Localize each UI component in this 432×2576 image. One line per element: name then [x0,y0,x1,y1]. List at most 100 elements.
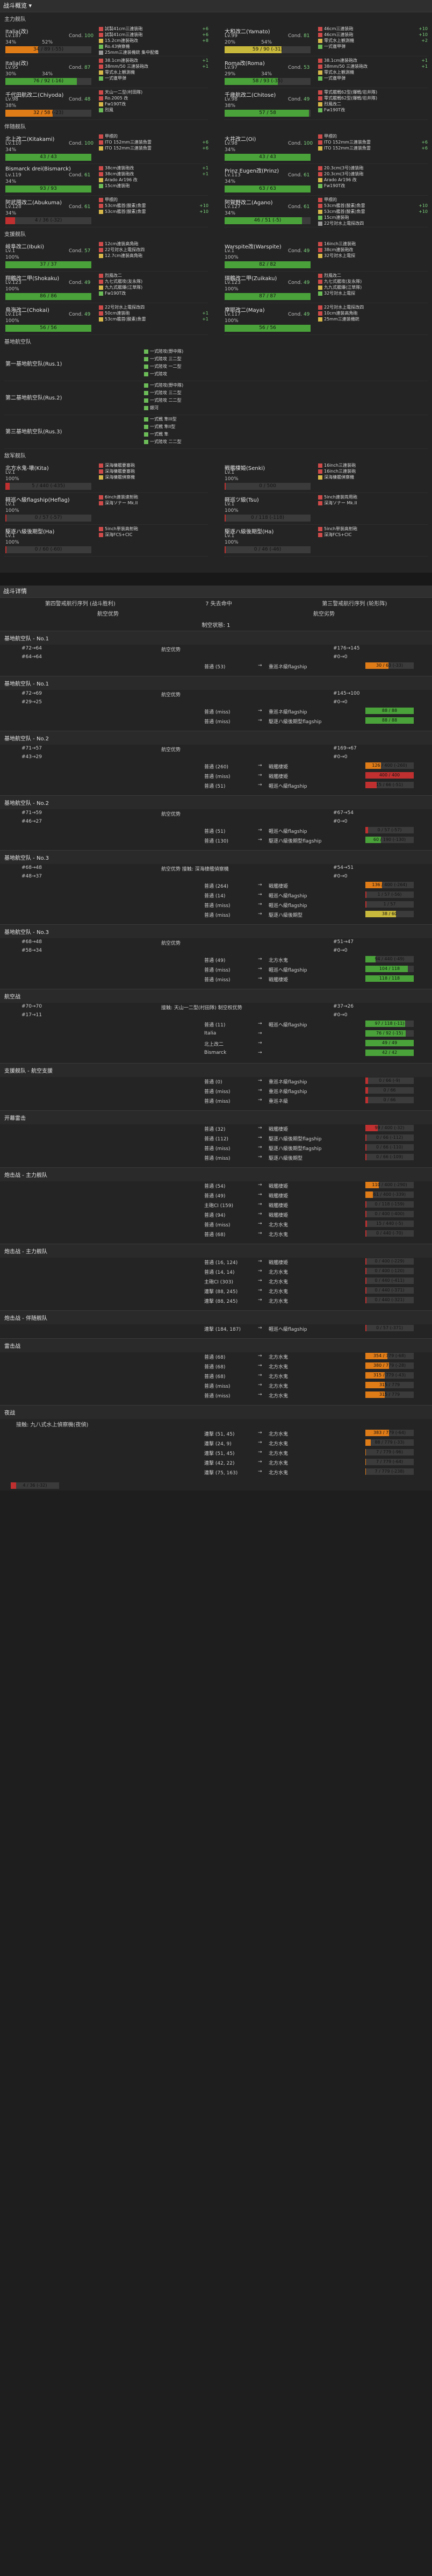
ship-card[interactable]: Bismarck drei(Bismarck) Lv.119 Cond. 61 34%… [4,164,208,196]
equipment-item[interactable]: 53cm艦首(酸素)魚雷 +10 [318,203,431,209]
equipment-item[interactable]: 烈風改二 [318,101,431,107]
ship-card[interactable]: Roma改(Roma) Lv.97 Cond. 53 29% 34% 58 / 93 (-… [224,56,428,88]
ship-card[interactable]: 岐阜改二(Ibuki) Lv.1 Cond. 57 100% 37 / 37 12cm連装… [4,240,208,272]
land-equipment-item[interactable]: 一式陸攻 一二型 [144,363,257,371]
equipment-item[interactable]: 38mm/50 三連装砲改 +1 [318,63,431,69]
battle-title[interactable]: 基地航空队 - No.3 [0,924,432,938]
battle-title[interactable]: 支援舰队 - 航空支援 [0,1063,432,1077]
equipment-item[interactable]: 12.7cm連装高角砲 [99,253,212,259]
equipment-item[interactable]: 深海ソナー Mk.II [318,500,431,506]
ship-card[interactable]: Prinz Eugen改(Prinz) Lv.113 Cond. 61 34% 63 /… [224,164,428,196]
equipment-item[interactable]: 50cm連装砲 +1 [99,310,212,316]
equipment-item[interactable]: ITO 152mm三連装魚雷 +6 [318,139,431,145]
equipment-item[interactable]: 烈風 [99,107,212,113]
equipment-item[interactable]: 甲標的 [318,197,431,203]
equipment-item[interactable]: 一式徹甲弾 [318,44,431,49]
ship-card[interactable]: 阿賀野改二(Agano) Lv.127 Cond. 61 34% 46 / 51 (-5… [224,196,428,227]
battle-title[interactable]: 基地航空队 - No.3 [0,850,432,864]
equipment-item[interactable]: 22号対水上電探改四 [318,220,431,226]
equipment-item[interactable]: ITO 152mm三連装魚雷 +6 [318,145,431,151]
ship-card[interactable]: 軽巡ツ級(Tsu) Lv.1 100% 0 / 118 (-118) 5inch連装両用… [224,493,428,525]
land-equipment-item[interactable]: 一式陸攻(野中隊) [144,382,257,390]
equipment-item[interactable]: 22号対水上電探改四 [318,304,431,310]
equipment-item[interactable]: 32号対水上電探 [318,290,431,296]
equipment-item[interactable]: 38cm連装砲改 +1 [99,171,212,177]
equipment-item[interactable]: ITO 152mm三連装魚雷 +6 [99,139,212,145]
ship-card[interactable]: 北上改二(Kitakami) Lv.110 Cond. 100 34% 43 / 43 甲… [4,132,208,164]
battle-title[interactable]: 基地航空队 - No.2 [0,731,432,745]
equipment-item[interactable]: 試製41cm三連装砲 +6 [99,32,212,38]
ship-card[interactable]: 千歳航改二(Chitose) Lv.98 Cond. 49 38% 57 / 58 零式艦… [224,88,428,120]
equipment-item[interactable]: 20.3cm(3号)連装砲 [318,165,431,171]
ship-card[interactable]: 軽巡ヘ級flagship(Heflag) Lv.1 100% 0 / 57 (-57)… [4,493,208,525]
equipment-item[interactable]: 天山一二型(村田隊) [99,89,212,95]
battle-title[interactable]: 基地航空队 - No.1 [0,676,432,690]
equipment-item[interactable]: Fw190T改 [99,101,212,107]
ship-card[interactable]: 大井改二(Oi) Lv.98 Cond. 100 34% 43 / 43 甲標的 ITO 1… [224,132,428,164]
battle-title[interactable]: 基地航空队 - No.2 [0,795,432,809]
land-equipment-item[interactable]: 一式陸攻 三二型 [144,390,257,397]
equipment-item[interactable]: 零式艦戦62型(爆戦/岩井隊) [318,95,431,101]
equipment-item[interactable]: 6inch連装速射砲 [99,494,212,500]
equipment-item[interactable]: 46cm三連装砲 +10 [318,26,431,32]
land-equipment-item[interactable]: 一式戦 隼 [144,431,257,439]
equipment-item[interactable]: 46cm三連装砲 +10 [318,32,431,38]
equipment-item[interactable]: Ro.2005 改 [99,95,212,101]
equipment-item[interactable]: 一式徹甲弾 [318,75,431,81]
equipment-item[interactable]: 16inch三連装砲 [318,468,431,474]
ship-card[interactable]: Italia(改) Lv.95 Cond. 87 30% 34% 76 / 92 (-16… [4,56,208,88]
equipment-item[interactable]: 零式水上観測機 +2 [318,38,431,44]
ship-card[interactable]: 翔鶴改二甲(Shokaku) Lv.123 Cond. 49 100% 86 / 86 烈… [4,272,208,303]
equipment-item[interactable]: 20.3cm(3号)連装砲 [318,171,431,177]
ship-card[interactable]: 戦艦棲姫(Senki) Lv.1 100% 0 / 500 16inch三連装砲 16in… [224,461,428,493]
equipment-item[interactable]: 16inch三連装砲 [318,462,431,468]
equipment-item[interactable]: 10cm連装高角砲 [318,310,431,316]
equipment-item[interactable]: 深海棲艦要塞砲 [99,468,212,474]
battle-title[interactable]: 炮击战 - 伴随舰队 [0,1310,432,1324]
equipment-item[interactable]: 烈風改二 [318,273,431,279]
battle-title[interactable]: 夜战 [0,1405,432,1419]
ship-card[interactable]: Italia(改) Lv.187 Cond. 100 34% 52% 34 / 89 (-… [4,25,208,56]
equipment-item[interactable]: 甲標的 [99,197,212,203]
equipment-item[interactable]: 38.1cm連装砲改 +1 [99,58,212,63]
land-group[interactable]: 第三基地航空队(Rus.3) 一式戦 隼III型 一式戦 隼II型 一式戦 隼一式陸攻… [4,415,428,449]
land-equipment-item[interactable]: 一式陸攻 三二型 [144,356,257,363]
ship-card[interactable]: 駆逐ハ級後期型(Ha) Lv.1 100% 0 / 46 (-46) 5inch単装高射… [224,525,428,556]
equipment-item[interactable]: 22号対水上電探改四 [99,304,212,310]
equipment-item[interactable]: Ro.43偵察機 [99,44,212,49]
ship-card[interactable]: 摩耶改二(Maya) Lv.117 Cond. 49 100% 56 / 56 22号対水… [224,303,428,335]
equipment-item[interactable]: 烈風改二 [99,273,212,279]
land-equipment-item[interactable]: 一式陸攻 二二型 [144,397,257,405]
equipment-item[interactable]: 九七式艦攻(友永隊) [99,279,212,284]
land-equipment-item[interactable]: 一式戦 隼III型 [144,416,257,424]
panel2-header[interactable]: 战斗详情 [0,586,432,598]
equipment-item[interactable]: 53cm艦首(酸素)魚雷 +10 [99,209,212,215]
equipment-item[interactable]: 53cm艦首(酸素)魚雷 +10 [99,203,212,209]
land-group[interactable]: 第一基地航空队(Rus.1) 一式陸攻(野中隊) 一式陸攻 三二型 一式陸攻 一二型一… [4,347,428,381]
ship-card[interactable]: Warspite改(Warspite) Lv.1 Cond. 49 100% 82 / … [224,240,428,272]
battle-title[interactable]: 雷击战 [0,1338,432,1352]
equipment-item[interactable]: 15cm連装砲 [318,215,431,220]
equipment-item[interactable]: 深海棲艦偵察機 [318,474,431,480]
equipment-item[interactable]: 38mm/50 三連装砲改 +1 [99,63,212,69]
equipment-item[interactable]: 38cm連装砲改 [318,247,431,253]
equipment-item[interactable]: Fw190T改 [318,183,431,189]
equipment-item[interactable]: 12cm連装高角砲 [99,241,212,247]
equipment-item[interactable]: 5inch単装高射砲 [99,526,212,532]
equipment-item[interactable]: 零式艦戦62型(爆戦/岩井隊) [318,89,431,95]
equipment-item[interactable]: 一式徹甲弾 [99,75,212,81]
equipment-item[interactable]: 零式水上観測機 [99,69,212,75]
battle-title[interactable]: 基地航空队 - No.1 [0,631,432,645]
equipment-item[interactable]: 九九式艦爆(江草隊) [318,284,431,290]
equipment-item[interactable]: Fw190T改 [99,290,212,296]
equipment-item[interactable]: 試製41cm三連装砲 +6 [99,26,212,32]
equipment-item[interactable]: 53cm艦首(酸素)魚雷 +1 [99,316,212,322]
land-equipment-item[interactable]: 一式陸攻 二二型 [144,439,257,446]
equipment-item[interactable]: ITO 152mm三連装魚雷 +6 [99,145,212,151]
land-group[interactable]: 第二基地航空队(Rus.2) 一式陸攻(野中隊) 一式陸攻 三二型 一式陸攻 二二型銀… [4,381,428,415]
equipment-item[interactable]: 25mm三連装機銃 [318,316,431,322]
ship-card[interactable]: 駆逐ハ級後期型(Ha) Lv.1 100% 0 / 60 (-60) 5inch単装高射… [4,525,208,556]
ship-card[interactable]: 北方水鬼-壊(Kita) Lv.1 100% 5 / 440 (-435) 深海棲艦要塞… [4,461,208,493]
land-equipment-item[interactable]: 一式陸攻(野中隊) [144,348,257,356]
panel-header[interactable]: 战斗概览 ▾ [0,0,432,12]
